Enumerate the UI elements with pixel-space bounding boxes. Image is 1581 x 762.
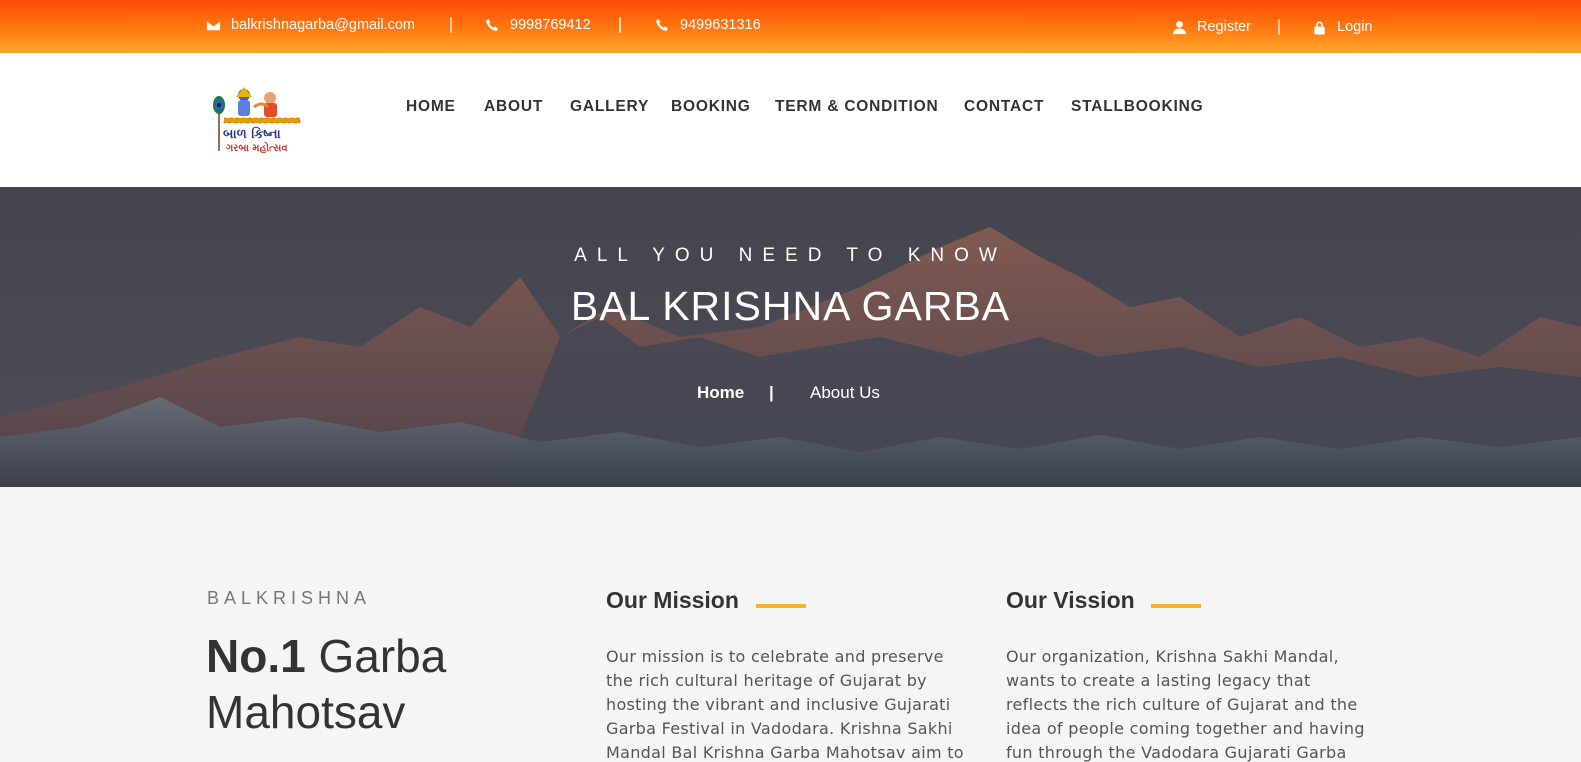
email-text: balkrishnagarba@gmail.com [231, 17, 415, 33]
phone-text-1: 9998769412 [510, 17, 591, 33]
vision-accent-bar [1151, 604, 1201, 608]
lock-icon [1314, 20, 1325, 35]
hero-banner: ALL YOU NEED TO KNOW BAL KRISHNA GARBA H… [0, 187, 1581, 487]
nav-item-stallbooking[interactable]: STALLBOOKING [1071, 98, 1203, 116]
mission-accent-bar [756, 604, 806, 608]
site-logo[interactable]: બાળ કિષ્ના ગરબા મહોત્સવ [210, 85, 310, 157]
top-contact-bar: balkrishnagarba@gmail.com | 9998769412 |… [0, 0, 1581, 53]
email-link[interactable]: balkrishnagarba@gmail.com [206, 17, 415, 33]
vision-heading: Our Vission [1006, 587, 1135, 613]
topbar-separator: | [1277, 18, 1282, 35]
mission-heading: Our Mission [606, 587, 739, 613]
phone-icon [655, 18, 668, 31]
nav-item-about[interactable]: ABOUT [484, 98, 543, 116]
phone-text-2: 9499631316 [680, 17, 761, 33]
breadcrumb-separator: | [769, 383, 774, 402]
breadcrumb-home[interactable]: Home [697, 383, 744, 403]
topbar-separator: | [449, 16, 454, 33]
headline-bold: No.1 [206, 630, 306, 682]
nav-item-booking[interactable]: BOOKING [671, 98, 751, 116]
topbar-separator: | [618, 16, 623, 33]
phone-link-2[interactable]: 9499631316 [655, 17, 761, 33]
register-label: Register [1197, 19, 1251, 35]
user-icon [1172, 20, 1187, 34]
vision-text: Our organization, Krishna Sakhi Mandal, … [1006, 647, 1365, 762]
section-kicker: BALKRISHNA [207, 588, 372, 608]
krishna-figures-icon [236, 87, 277, 117]
flute-icon [224, 118, 300, 123]
register-link[interactable]: Register [1172, 19, 1251, 35]
section-headline: No.1 Garba Mahotsav [206, 628, 546, 740]
nav-item-contact[interactable]: CONTACT [964, 98, 1044, 116]
mountain-background [0, 187, 1581, 487]
phone-icon [485, 18, 498, 31]
hero-kicker: ALL YOU NEED TO KNOW [574, 245, 1007, 266]
nav-item-home[interactable]: HOME [406, 98, 456, 116]
breadcrumb-current: About Us [810, 383, 880, 402]
envelope-icon [206, 20, 221, 30]
nav-item-gallery[interactable]: GALLERY [570, 98, 649, 116]
login-label: Login [1337, 19, 1373, 35]
nav-item-term-condition[interactable]: TERM & CONDITION [775, 98, 939, 116]
login-link[interactable]: Login [1312, 19, 1372, 35]
peacock-feather-icon [213, 96, 225, 151]
logo-text-line2: ગરબા મહોત્સવ [226, 140, 288, 154]
phone-link-1[interactable]: 9998769412 [485, 17, 591, 33]
logo-text-line1: બાળ કિષ્ના [223, 125, 281, 142]
page-title: BAL KRISHNA GARBA [570, 283, 1011, 329]
main-navbar: બાળ કિષ્ના ગરબા મહોત્સવ HOME ABOUT GALLE… [0, 53, 1581, 187]
mission-text: Our mission is to celebrate and preserve… [606, 647, 964, 762]
